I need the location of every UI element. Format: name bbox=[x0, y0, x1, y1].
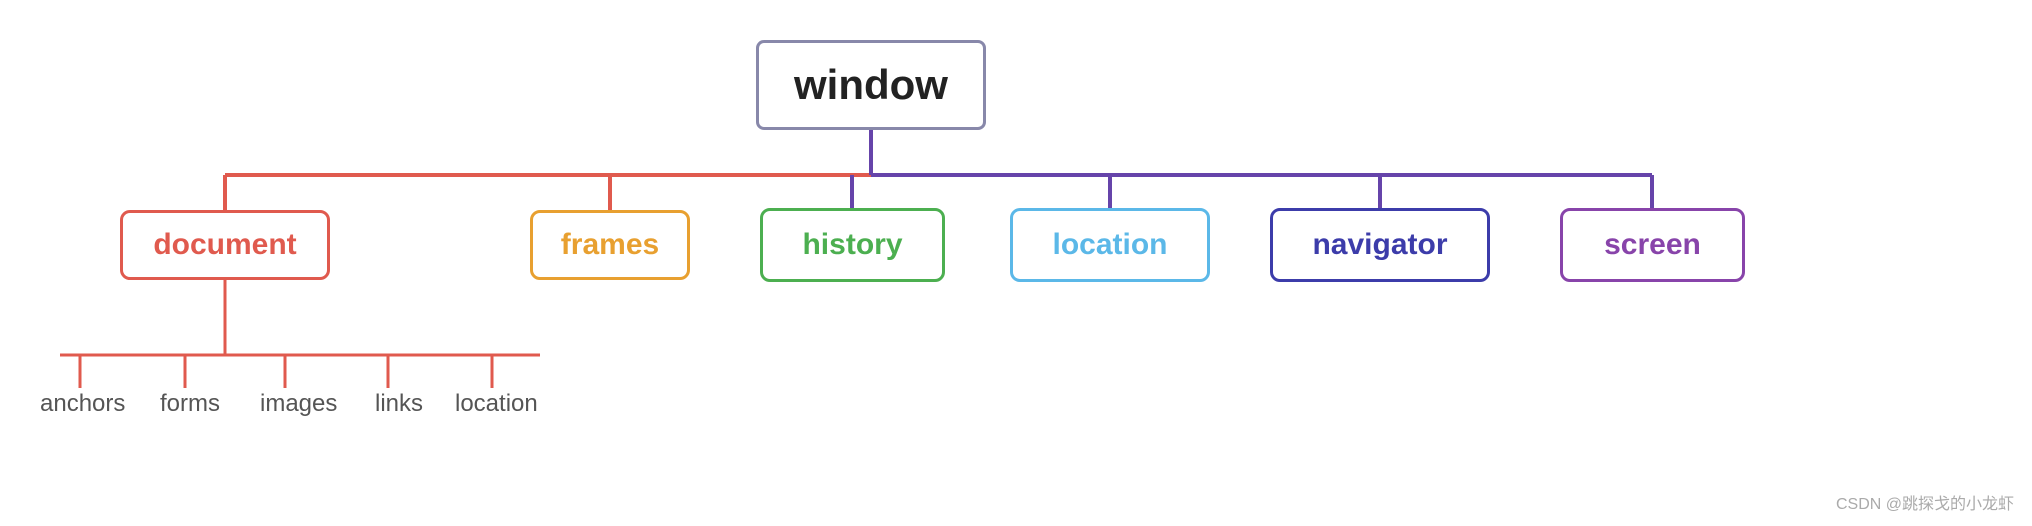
diagram: window document frames history location … bbox=[0, 0, 2032, 526]
node-screen: screen bbox=[1560, 208, 1745, 282]
node-frames: frames bbox=[530, 210, 690, 280]
node-window: window bbox=[756, 40, 986, 130]
watermark: CSDN @跳探戈的小龙虾 bbox=[1836, 490, 2014, 514]
node-history: history bbox=[760, 208, 945, 282]
leaf-anchors: anchors bbox=[40, 390, 125, 418]
node-location: location bbox=[1010, 208, 1210, 282]
leaf-forms: forms bbox=[160, 390, 220, 418]
node-navigator: navigator bbox=[1270, 208, 1490, 282]
node-document: document bbox=[120, 210, 330, 280]
leaf-links: links bbox=[375, 390, 423, 418]
leaf-images: images bbox=[260, 390, 337, 418]
leaf-location2: location bbox=[455, 390, 538, 418]
